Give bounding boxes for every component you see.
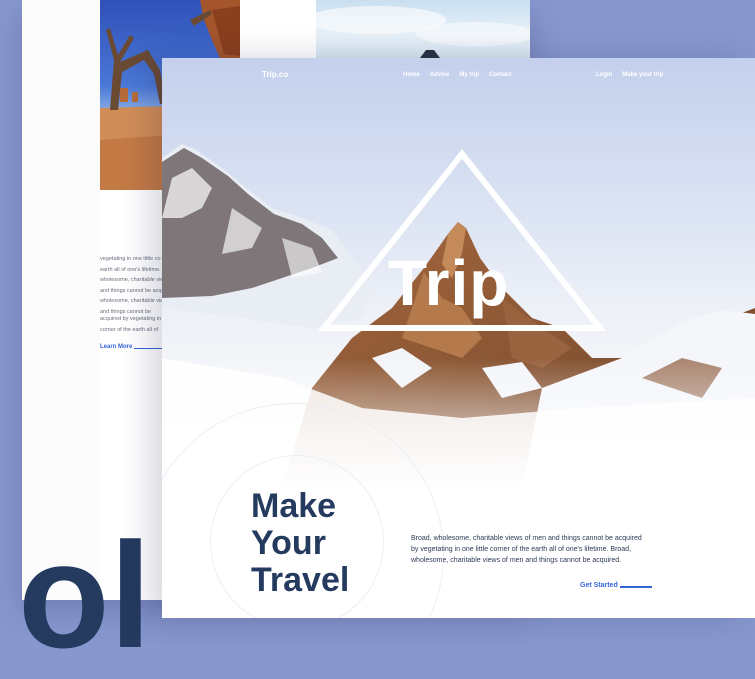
headline-line: Travel bbox=[251, 561, 350, 599]
sky-photo bbox=[306, 0, 536, 58]
hero-title: Trip bbox=[388, 247, 510, 319]
headline-line: Your bbox=[251, 524, 326, 562]
intro-paragraph: Broad, wholesome, charitable views of me… bbox=[411, 535, 642, 564]
learn-more-underline bbox=[134, 348, 164, 349]
front-page: Trip Trip.co Home Advice My trip Contact… bbox=[162, 58, 755, 618]
back-page-big-letters: ol bbox=[18, 511, 152, 679]
brand-logo[interactable]: Trip.co bbox=[262, 70, 288, 79]
nav-advice[interactable]: Advice bbox=[430, 72, 450, 78]
nav-my-trip[interactable]: My trip bbox=[459, 72, 479, 78]
nav-home[interactable]: Home bbox=[403, 72, 420, 78]
get-started-underline bbox=[620, 586, 652, 588]
make-your-trip-link[interactable]: Make your trip bbox=[622, 72, 663, 78]
top-navbar: Trip.co Home Advice My trip Contact Logi… bbox=[162, 58, 755, 92]
back-page-left-strip bbox=[22, 0, 100, 600]
nav-actions: Login Make your trip bbox=[596, 72, 663, 78]
headline: Make Your Travel bbox=[251, 488, 349, 599]
main-nav: Home Advice My trip Contact bbox=[403, 72, 511, 78]
login-link[interactable]: Login bbox=[596, 72, 612, 78]
headline-line: Make bbox=[251, 487, 337, 525]
get-started-link[interactable]: Get Started bbox=[580, 582, 618, 589]
nav-contact[interactable]: Contact bbox=[489, 72, 511, 78]
sky-image bbox=[306, 6, 536, 58]
learn-more-link[interactable]: Learn More bbox=[100, 344, 132, 350]
